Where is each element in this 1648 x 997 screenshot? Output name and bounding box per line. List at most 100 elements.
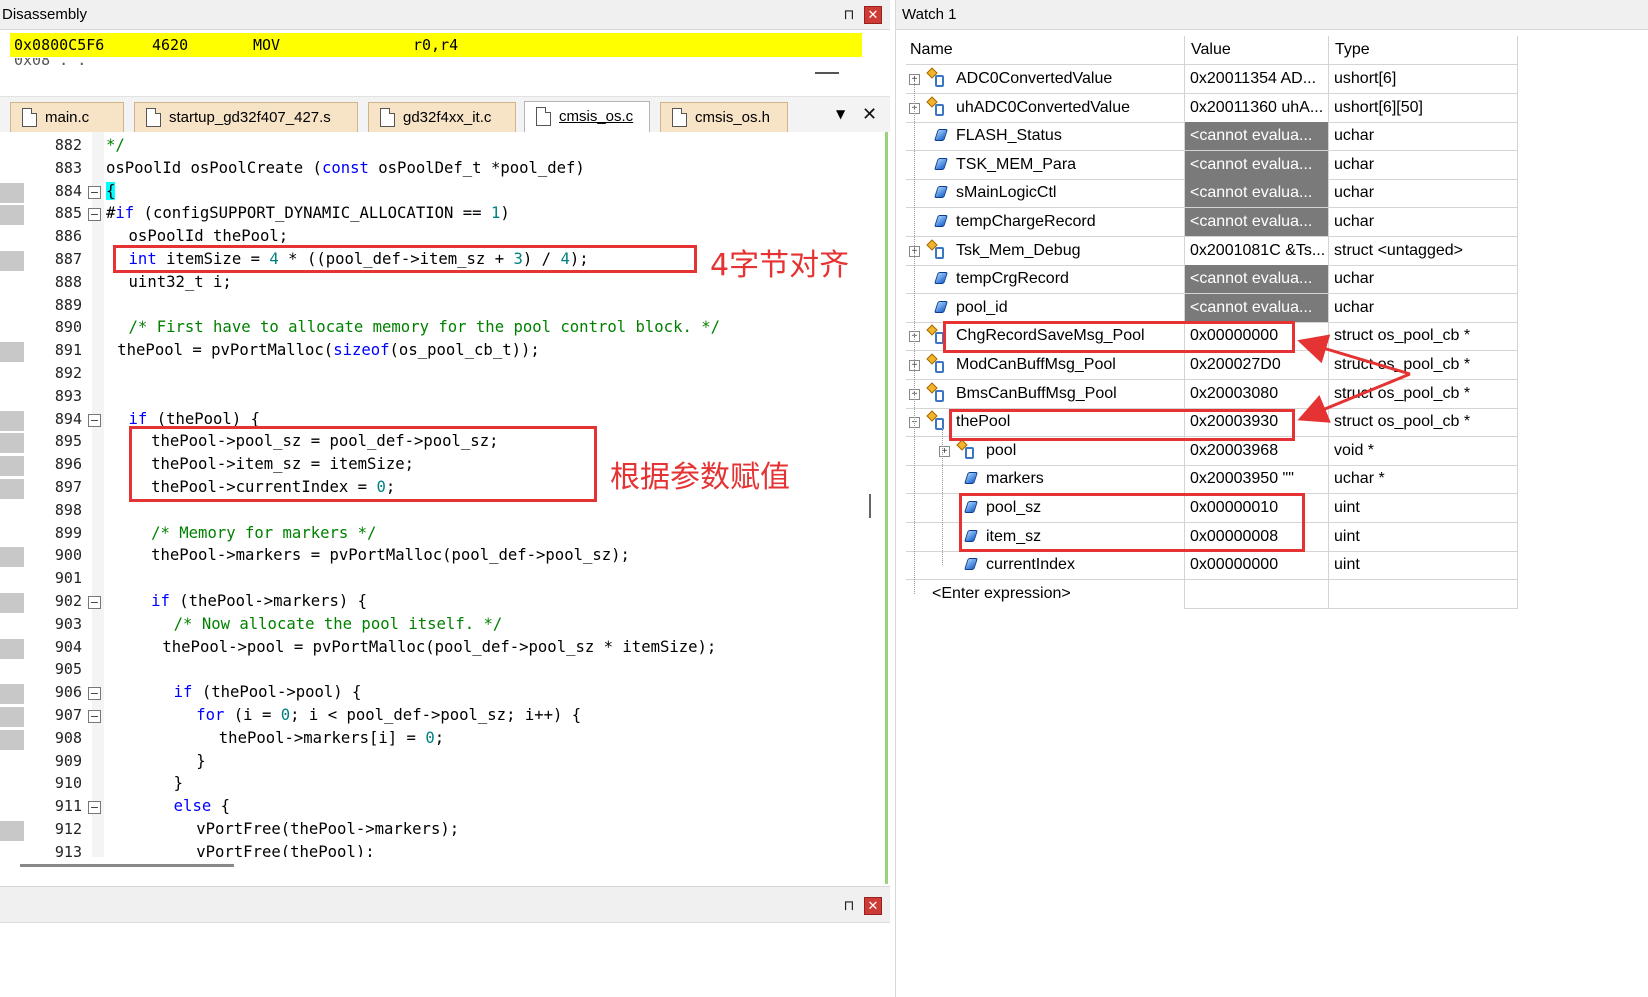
- watch-type: uint: [1328, 551, 1518, 581]
- close-icon[interactable]: ✕: [864, 897, 882, 915]
- tab-cmsis-os-c[interactable]: cmsis_os.c: [524, 101, 650, 134]
- watch-row[interactable]: tempCrgRecord <cannot evalua... uchar: [906, 265, 1518, 295]
- watch-row[interactable]: sMainLogicCtl <cannot evalua... uchar: [906, 179, 1518, 209]
- fold-toggle-icon[interactable]: −: [88, 413, 101, 427]
- breakpoint-gutter-cell[interactable]: [0, 707, 24, 727]
- code-line[interactable]: {: [106, 181, 116, 200]
- struct-icon: [926, 67, 946, 89]
- watch-value[interactable]: 0x20003968: [1184, 436, 1328, 466]
- watch-value[interactable]: <cannot evalua...: [1184, 208, 1328, 237]
- code-line[interactable]: vPortFree(thePool->markers);: [196, 820, 459, 838]
- close-tab-icon[interactable]: ✕: [862, 104, 877, 125]
- breakpoint-gutter-cell[interactable]: [0, 205, 24, 226]
- watch-row[interactable]: + BmsCanBuffMsg_Pool 0x20003080 struct os_p…: [906, 379, 1518, 409]
- tab-cmsis-os-h[interactable]: cmsis_os.h: [660, 102, 788, 133]
- expand-icon[interactable]: +: [939, 445, 950, 457]
- tab-list-dropdown-icon[interactable]: ▼: [836, 107, 845, 121]
- watch-row[interactable]: + uhADC0ConvertedValue 0x20011360 uhA... us…: [906, 93, 1518, 123]
- column-header-name[interactable]: Name: [906, 36, 1184, 65]
- code-line[interactable]: if (thePool) {: [129, 410, 260, 428]
- breakpoint-gutter-cell[interactable]: [0, 342, 24, 363]
- watch-row[interactable]: TSK_MEM_Para <cannot evalua... uchar: [906, 150, 1518, 180]
- fold-toggle-icon[interactable]: −: [88, 208, 101, 222]
- breakpoint-gutter-cell[interactable]: [0, 684, 24, 705]
- watch-row[interactable]: currentIndex 0x00000000 uint: [906, 551, 1518, 581]
- code-line[interactable]: thePool->markers[i] = 0;: [219, 729, 444, 747]
- code-line[interactable]: /* First have to allocate memory for the…: [129, 318, 720, 336]
- code-line[interactable]: osPoolId osPoolCreate (const osPoolDef_t…: [106, 159, 585, 177]
- watch-value[interactable]: 0x20003950 "": [1184, 465, 1328, 495]
- code-line[interactable]: }: [174, 774, 183, 792]
- watch-value[interactable]: <cannot evalua...: [1184, 293, 1328, 323]
- watch-value[interactable]: 0x20011360 uhA...: [1184, 93, 1328, 123]
- watch-row[interactable]: + ADC0ConvertedValue 0x20011354 AD... ushor…: [906, 65, 1518, 94]
- tree-guide-line: [914, 79, 915, 594]
- fold-toggle-icon[interactable]: −: [88, 687, 101, 701]
- code-line[interactable]: uint32_t i;: [129, 273, 232, 291]
- watch-name: currentIndex: [986, 556, 1075, 574]
- code-line[interactable]: thePool = pvPortMalloc(sizeof(os_pool_cb…: [117, 341, 540, 359]
- breakpoint-gutter-cell[interactable]: [0, 638, 24, 659]
- enter-expression-row[interactable]: <Enter expression>: [906, 579, 1518, 609]
- breakpoint-gutter-cell[interactable]: [0, 251, 24, 271]
- splitter-handle[interactable]: [815, 72, 839, 74]
- breakpoint-gutter-cell[interactable]: [0, 433, 24, 454]
- code-line[interactable]: }: [196, 752, 205, 770]
- code-line[interactable]: #if (configSUPPORT_DYNAMIC_ALLOCATION ==…: [106, 204, 510, 222]
- watch-row[interactable]: markers 0x20003950 "" uchar *: [906, 465, 1518, 495]
- watch-value[interactable]: 0x00000000: [1184, 551, 1328, 581]
- enter-expression-label[interactable]: <Enter expression>: [932, 580, 1071, 608]
- breakpoint-gutter-cell[interactable]: [0, 821, 24, 841]
- breakpoint-gutter-cell[interactable]: [0, 479, 24, 499]
- code-line[interactable]: vPortFree(thePool);: [196, 843, 374, 857]
- code-line[interactable]: */: [106, 136, 125, 154]
- code-line[interactable]: thePool->markers = pvPortMalloc(pool_def…: [151, 546, 630, 564]
- code-line[interactable]: for (i = 0; i < pool_def->pool_sz; i++) …: [196, 706, 581, 724]
- breakpoint-gutter-cell[interactable]: [0, 182, 24, 203]
- watch-value[interactable]: 0x20003080: [1184, 379, 1328, 409]
- watch-row[interactable]: + pool 0x20003968 void *: [906, 436, 1518, 466]
- code-line[interactable]: osPoolId thePool;: [129, 227, 289, 245]
- watch-value[interactable]: 0x20011354 AD...: [1184, 65, 1328, 94]
- watch-value[interactable]: <cannot evalua...: [1184, 265, 1328, 295]
- current-instruction-line[interactable]: 0x0800C5F6 4620 MOV r0,r4: [10, 33, 862, 57]
- watch-row[interactable]: + ModCanBuffMsg_Pool 0x200027D0 struct os_p…: [906, 351, 1518, 380]
- tab-main-c[interactable]: main.c: [10, 102, 124, 133]
- enter-expression-cell[interactable]: <Enter expression>: [906, 580, 1184, 609]
- tab-gd32f4xx-it-c[interactable]: gd32f4xx_it.c: [368, 102, 516, 133]
- breakpoint-gutter-cell[interactable]: [0, 593, 24, 613]
- code-line[interactable]: /* Now allocate the pool itself. */: [174, 615, 503, 633]
- watch-value[interactable]: 0x2001081C &Ts...: [1184, 236, 1328, 266]
- breakpoint-gutter-cell[interactable]: [0, 547, 24, 568]
- breakpoint-gutter-cell[interactable]: [0, 456, 24, 477]
- column-header-value[interactable]: Value: [1184, 36, 1328, 65]
- horizontal-scrollbar[interactable]: [20, 864, 234, 867]
- vertical-scrollbar[interactable]: [869, 494, 871, 518]
- watch-value[interactable]: <cannot evalua...: [1184, 122, 1328, 152]
- code-line[interactable]: if (thePool->markers) {: [151, 592, 367, 610]
- fold-toggle-icon[interactable]: −: [88, 710, 101, 723]
- watch-value[interactable]: 0x200027D0: [1184, 351, 1328, 380]
- watch-row[interactable]: FLASH_Status <cannot evalua... uchar: [906, 122, 1518, 152]
- pin-icon[interactable]: ⊓: [840, 897, 858, 915]
- tab-startup-s[interactable]: startup_gd32f407_427.s: [134, 102, 358, 133]
- pin-icon[interactable]: ⊓: [840, 6, 858, 24]
- fold-toggle-icon[interactable]: −: [88, 801, 101, 815]
- breakpoint-gutter-cell[interactable]: [0, 410, 24, 431]
- close-icon[interactable]: ✕: [864, 6, 882, 24]
- watch-value[interactable]: <cannot evalua...: [1184, 179, 1328, 209]
- code-line[interactable]: thePool->pool = pvPortMalloc(pool_def->p…: [162, 638, 716, 656]
- watch-value[interactable]: <cannot evalua...: [1184, 150, 1328, 180]
- code-line[interactable]: if (thePool->pool) {: [174, 683, 362, 701]
- column-header-type[interactable]: Type: [1328, 36, 1518, 65]
- variable-icon: [964, 558, 978, 571]
- code-line[interactable]: /* Memory for markers */: [151, 524, 376, 542]
- fold-toggle-icon[interactable]: −: [88, 596, 101, 609]
- code-line[interactable]: else {: [174, 797, 230, 815]
- line-number: 906: [54, 683, 82, 702]
- fold-toggle-icon[interactable]: −: [88, 185, 101, 199]
- breakpoint-gutter-cell[interactable]: [0, 729, 24, 750]
- watch-row[interactable]: tempChargeRecord <cannot evalua... uchar: [906, 208, 1518, 237]
- watch-row[interactable]: + Tsk_Mem_Debug 0x2001081C &Ts... struct <u…: [906, 236, 1518, 266]
- watch-row[interactable]: pool_id <cannot evalua... uchar: [906, 293, 1518, 323]
